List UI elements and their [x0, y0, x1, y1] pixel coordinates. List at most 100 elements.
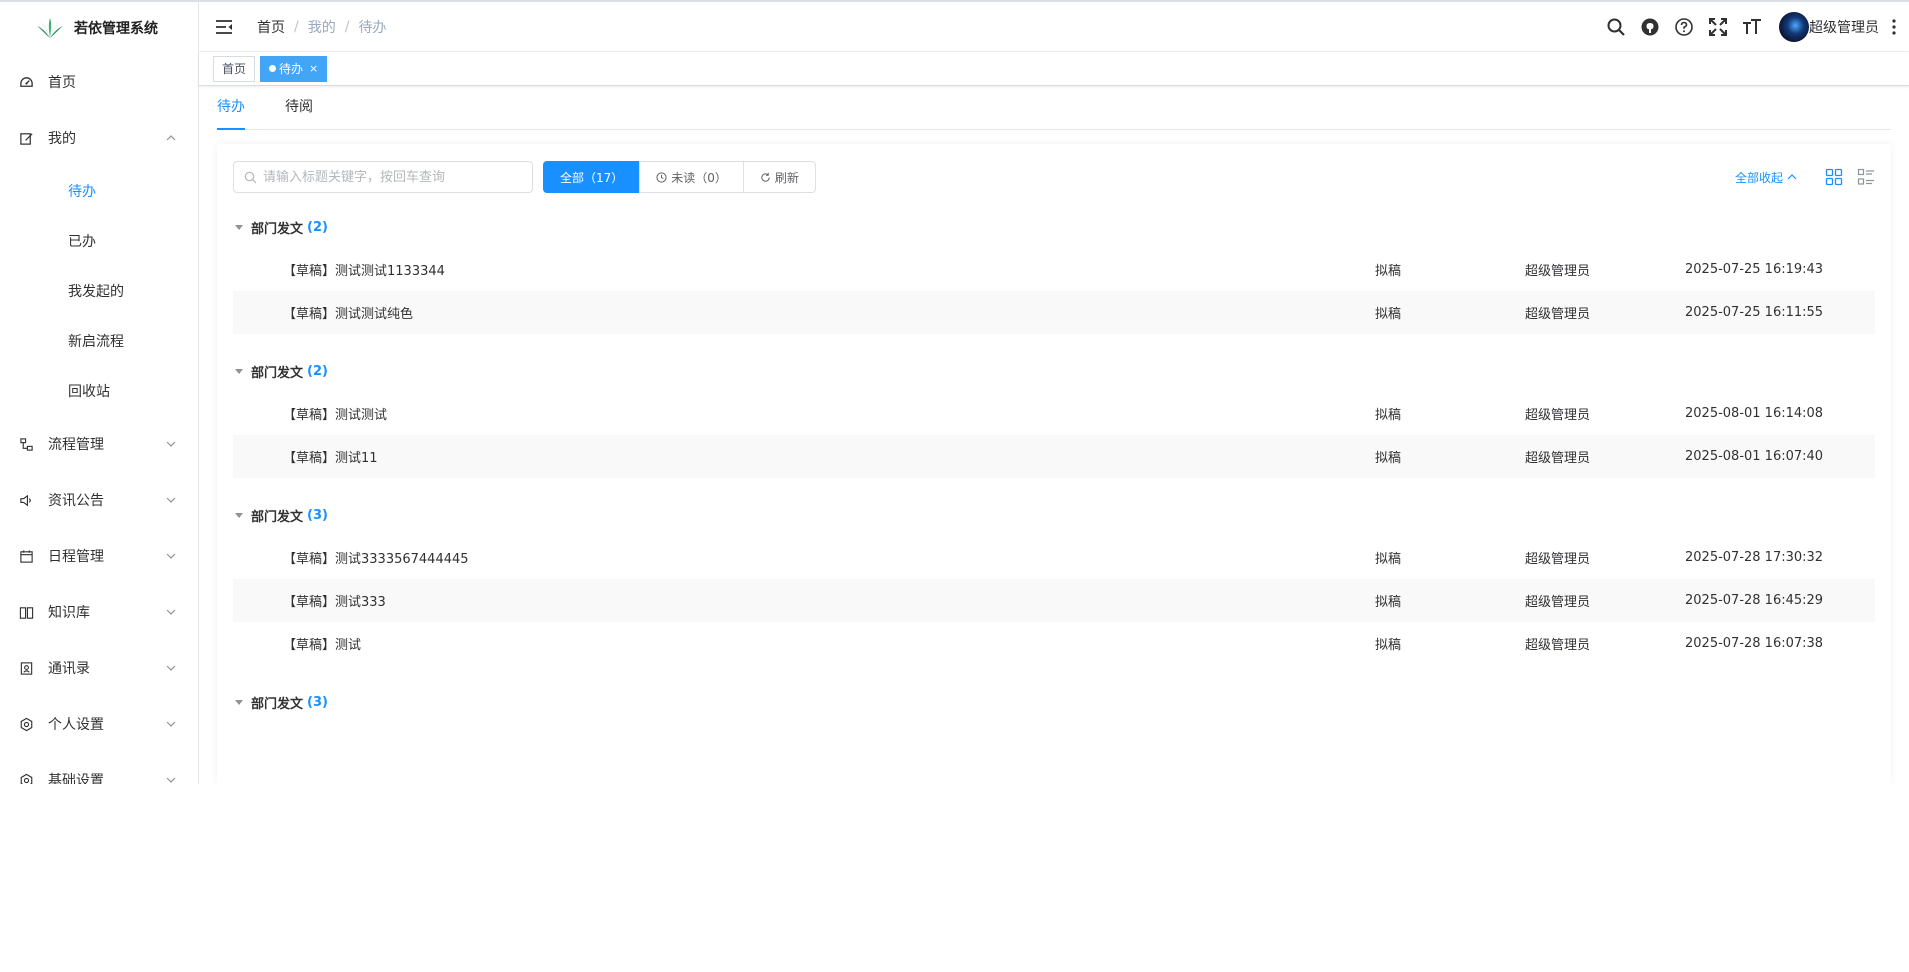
- caret-down-icon: [235, 512, 243, 518]
- sidebar-item-contacts[interactable]: 通讯录: [0, 640, 198, 696]
- item-status: 拟稿: [1375, 638, 1402, 653]
- group-header[interactable]: 部门发文 (2): [233, 212, 1875, 242]
- sidebar-item-news[interactable]: 资讯公告: [0, 472, 198, 528]
- caret-down-icon: [235, 224, 243, 230]
- help-icon[interactable]: [1673, 16, 1695, 38]
- logo[interactable]: 若依管理系统: [0, 2, 198, 54]
- navbar: 首页 / 我的 / 待办 超级管理员: [199, 2, 1909, 52]
- tag-todo[interactable]: 待办 ×: [260, 55, 328, 82]
- clock-icon: [656, 171, 667, 183]
- close-icon[interactable]: ×: [309, 57, 318, 81]
- sidebar-subitem-new-process[interactable]: 新启流程: [0, 316, 198, 366]
- more-vertical-icon[interactable]: [1887, 17, 1901, 37]
- group-section: 部门发文 (2) 【草稿】测试测试 拟稿 超级管理员 2025-08-01 16…: [233, 356, 1875, 478]
- github-icon[interactable]: [1639, 16, 1661, 38]
- sidebar-subitem-initiated[interactable]: 我发起的: [0, 266, 198, 316]
- main-area: 首页 / 我的 / 待办 超级管理员 首页 待办 × 待办 待阅 请输入标题关键…: [199, 2, 1909, 784]
- speaker-icon: [18, 492, 34, 508]
- item-status: 拟稿: [1375, 451, 1402, 466]
- group-header[interactable]: 部门发文 (3): [233, 500, 1875, 530]
- sidebar-subitem-todo[interactable]: 待办: [0, 166, 198, 216]
- list-item[interactable]: 【草稿】测试测试纯色 拟稿 超级管理员 2025-07-25 16:11:55: [233, 291, 1875, 334]
- filter-unread-button[interactable]: 未读（0）: [639, 161, 744, 193]
- sidebar-item-home[interactable]: 首页: [0, 54, 198, 110]
- avatar[interactable]: [1779, 12, 1809, 42]
- list-item[interactable]: 【草稿】测试11 拟稿 超级管理员 2025-08-01 16:07:40: [233, 435, 1875, 478]
- list-view-icon[interactable]: [1857, 168, 1875, 186]
- breadcrumb-mine: 我的: [307, 19, 336, 36]
- app-root: 若依管理系统 首页 我的 待办 已办 我发起的 新启流程 回收站 流程管理 资讯…: [0, 0, 1909, 784]
- item-status: 拟稿: [1375, 595, 1402, 610]
- breadcrumb: 首页 / 我的 / 待办: [257, 17, 386, 37]
- chevron-up-icon: [166, 135, 176, 141]
- app-title: 若依管理系统: [74, 21, 158, 37]
- group-count: (3): [307, 694, 328, 710]
- sidebar-item-label: 知识库: [48, 605, 90, 621]
- tab-to-read[interactable]: 待阅: [285, 87, 313, 129]
- group-count: (2): [307, 219, 328, 235]
- filter-all-button[interactable]: 全部（17）: [543, 161, 641, 193]
- fullscreen-icon[interactable]: [1707, 16, 1729, 38]
- list-item[interactable]: 【草稿】测试测试 拟稿 超级管理员 2025-08-01 16:14:08: [233, 392, 1875, 435]
- flow-icon: [18, 436, 34, 452]
- sidebar-item-personal-settings[interactable]: 个人设置: [0, 696, 198, 752]
- sidebar-item-schedule[interactable]: 日程管理: [0, 528, 198, 584]
- group-section: 部门发文 (2) 【草稿】测试测试1133344 拟稿 超级管理员 2025-0…: [233, 212, 1875, 334]
- sidebar-subitem-recycle-bin[interactable]: 回收站: [0, 366, 198, 416]
- toolbar-right: 全部收起: [1735, 160, 1875, 194]
- tag-label: 待办: [279, 61, 304, 76]
- book-icon: [18, 604, 34, 620]
- group-rows: 【草稿】测试测试 拟稿 超级管理员 2025-08-01 16:14:08 【草…: [233, 392, 1875, 478]
- chevron-down-icon: [166, 665, 176, 671]
- group-header[interactable]: 部门发文 (3): [233, 687, 1875, 717]
- chevron-down-icon: [166, 721, 176, 727]
- group-rows: 【草稿】测试测试1133344 拟稿 超级管理员 2025-07-25 16:1…: [233, 248, 1875, 334]
- list-item[interactable]: 【草稿】测试333 拟稿 超级管理员 2025-07-28 16:45:29: [233, 579, 1875, 622]
- sidebar-item-basic-settings[interactable]: 基础设置: [0, 752, 198, 784]
- item-time: 2025-07-28 16:45:29: [1685, 593, 1824, 608]
- tab-todo[interactable]: 待办: [217, 87, 245, 130]
- refresh-button[interactable]: 刷新: [742, 161, 816, 193]
- user-name[interactable]: 超级管理员: [1809, 17, 1879, 37]
- collapse-all-button[interactable]: 全部收起: [1735, 169, 1797, 186]
- search-input[interactable]: [263, 169, 523, 185]
- item-user: 超级管理员: [1525, 451, 1591, 466]
- content: 待办 待阅 全部（17） 未读（0）: [217, 88, 1891, 784]
- contacts-icon: [18, 660, 34, 676]
- sidebar-item-mine[interactable]: 我的: [0, 110, 198, 166]
- group-name: 部门发文: [251, 221, 304, 237]
- sidebar-item-label: 个人设置: [48, 717, 104, 733]
- font-size-icon[interactable]: [1741, 16, 1763, 38]
- tag-home[interactable]: 首页: [213, 55, 256, 82]
- collapse-all-label: 全部收起: [1734, 170, 1783, 185]
- sidebar-item-label: 基础设置: [48, 773, 104, 784]
- search-icon[interactable]: [1605, 16, 1627, 38]
- group-header[interactable]: 部门发文 (2): [233, 356, 1875, 386]
- gear-icon: [18, 772, 34, 784]
- list-item[interactable]: 【草稿】测试3333567444445 拟稿 超级管理员 2025-07-28 …: [233, 536, 1875, 579]
- menu-toggle-icon[interactable]: [215, 19, 233, 35]
- group-count: (3): [307, 507, 328, 523]
- sidebar-item-process-management[interactable]: 流程管理: [0, 416, 198, 472]
- item-status: 拟稿: [1375, 307, 1402, 322]
- sidebar-subitem-done[interactable]: 已办: [0, 216, 198, 266]
- sidebar-item-knowledge[interactable]: 知识库: [0, 584, 198, 640]
- sidebar-item-label: 通讯录: [48, 661, 90, 677]
- list-item[interactable]: 【草稿】测试测试1133344 拟稿 超级管理员 2025-07-25 16:1…: [233, 248, 1875, 291]
- sidebar-item-label: 流程管理: [48, 437, 104, 453]
- group-section: 部门发文 (3): [233, 687, 1875, 717]
- item-time: 2025-07-28 16:07:38: [1685, 636, 1824, 651]
- caret-down-icon: [235, 699, 243, 705]
- item-time: 2025-08-01 16:14:08: [1685, 406, 1824, 421]
- breadcrumb-home[interactable]: 首页: [257, 17, 285, 37]
- toolbar: 全部（17） 未读（0） 刷新 全部收起: [233, 160, 1875, 194]
- gear-icon: [18, 716, 34, 732]
- list-item[interactable]: 【草稿】测试 拟稿 超级管理员 2025-07-28 16:07:38: [233, 622, 1875, 665]
- logo-icon: [37, 18, 63, 38]
- grid-view-icon[interactable]: [1825, 168, 1843, 186]
- search-icon: [244, 171, 257, 183]
- group-rows: 【草稿】测试3333567444445 拟稿 超级管理员 2025-07-28 …: [233, 536, 1875, 665]
- item-title: 【草稿】测试3333567444445: [283, 552, 469, 567]
- chevron-down-icon: [166, 777, 176, 783]
- refresh-icon: [761, 172, 770, 182]
